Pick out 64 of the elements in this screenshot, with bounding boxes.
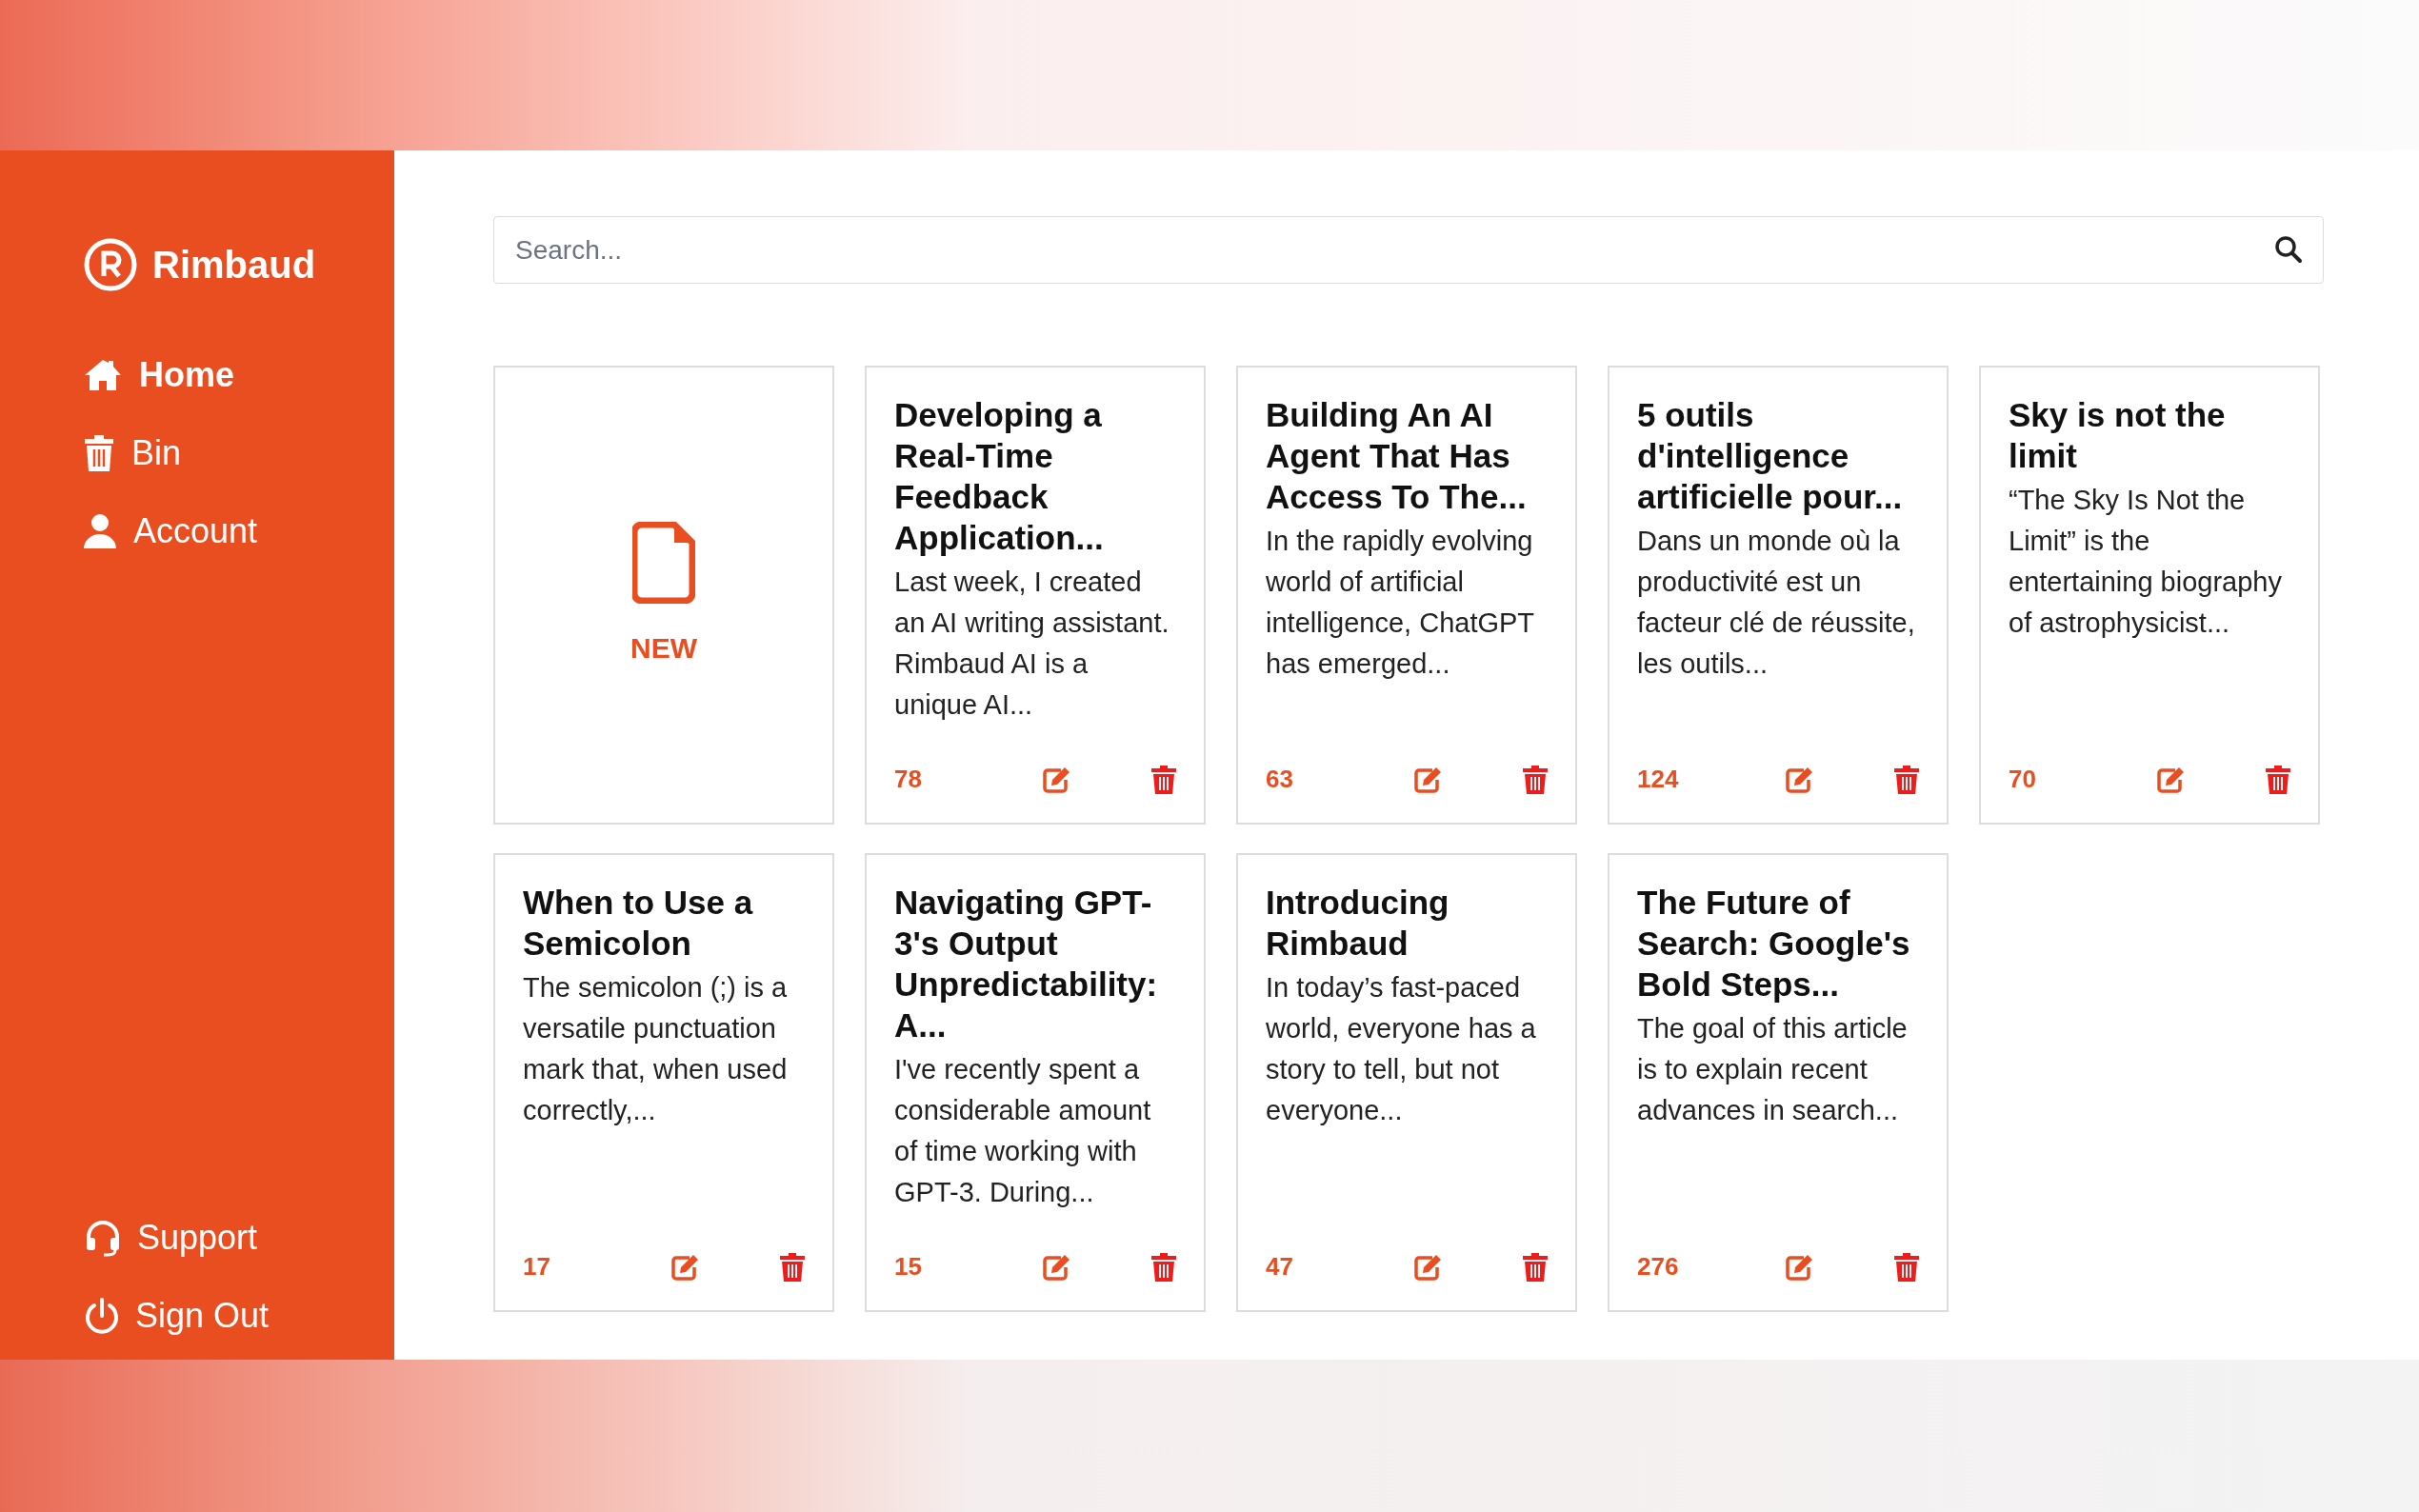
word-count: 70	[2009, 764, 2037, 795]
new-document-card[interactable]: NEW	[493, 366, 834, 825]
document-card[interactable]: Sky is not the limit “The Sky Is Not the Limit” is the entertaining biography of astrophysicist... 70	[1979, 366, 2320, 825]
delete-icon[interactable]	[1523, 1252, 1548, 1282]
edit-icon[interactable]	[670, 1252, 699, 1282]
word-count: 78	[894, 764, 923, 795]
word-count: 276	[1637, 1251, 1680, 1283]
delete-icon[interactable]	[2266, 765, 2290, 794]
nav-item[interactable]: Account	[84, 507, 394, 556]
delete-icon[interactable]	[1151, 765, 1176, 794]
word-count: 17	[523, 1251, 551, 1283]
delete-icon[interactable]	[780, 1252, 805, 1282]
nav-item[interactable]: Home	[84, 350, 394, 400]
nav-item[interactable]: Sign Out	[84, 1291, 394, 1341]
document-card[interactable]: When to Use a Semicolon The semicolon (;) is a versatile punctuation mark that, when used correctly,... 17	[493, 853, 834, 1312]
search-icon[interactable]	[2274, 235, 2303, 264]
document-card[interactable]: Building An AI Agent That Has Access To The... In the rapidly evolving world of artificial intelligence, ChatGPT has emerged... 63	[1236, 366, 1577, 825]
document-card[interactable]: Developing a Real-Time Feedback Application... Last week, I created an AI writing assistant. Rimbaud AI is a unique AI... 78	[865, 366, 1206, 825]
word-count: 15	[894, 1251, 923, 1283]
logo-icon	[84, 238, 137, 291]
card-title: 5 outils d'intelligence artificielle pour...	[1637, 395, 1904, 517]
card-title: Developing a Real-Time Feedback Application...	[894, 395, 1105, 558]
card-title: Sky is not the limit	[2009, 395, 2227, 476]
word-count: 47	[1266, 1251, 1294, 1283]
home-icon	[84, 358, 122, 392]
delete-icon[interactable]	[1523, 765, 1548, 794]
card-excerpt: In the rapidly evolving world of artificial intelligence, ChatGPT has emerged...	[1266, 525, 1535, 681]
card-title: When to Use a Semicolon	[523, 883, 754, 964]
edit-icon[interactable]	[1042, 765, 1070, 794]
delete-icon[interactable]	[1894, 1252, 1919, 1282]
headset-icon	[84, 1219, 122, 1257]
document-icon	[632, 521, 695, 604]
card-title: Building An AI Agent That Has Access To The...	[1266, 395, 1528, 517]
edit-icon[interactable]	[1413, 765, 1442, 794]
word-count: 124	[1637, 764, 1680, 795]
edit-icon[interactable]	[1785, 1252, 1813, 1282]
edit-icon[interactable]	[1413, 1252, 1442, 1282]
card-title: The Future of Search: Google's Bold Steps...	[1637, 883, 1911, 1005]
card-excerpt: The semicolon (;) is a versatile punctuation mark that, when used correctly,...	[523, 971, 789, 1127]
brand-name: Rimbaud	[152, 243, 316, 288]
edit-icon[interactable]	[1785, 765, 1813, 794]
card-excerpt: In today’s fast-paced world, everyone has a story to tell, but not everyone...	[1266, 971, 1537, 1127]
edit-icon[interactable]	[1042, 1252, 1070, 1282]
card-title: Navigating GPT-3's Output Unpredictability: A...	[894, 883, 1159, 1045]
document-card[interactable]: Navigating GPT-3's Output Unpredictability: A... I've recently spent a considerable amount of time working with GPT-3. During... 15	[865, 853, 1206, 1312]
card-title: Introducing Rimbaud	[1266, 883, 1450, 964]
delete-icon[interactable]	[1151, 1252, 1176, 1282]
card-excerpt: I've recently spent a considerable amount of time working with GPT-3. During...	[894, 1053, 1152, 1209]
word-count: 63	[1266, 764, 1294, 795]
card-excerpt: Dans un monde où la productivité est un facteur clé de réussite, les outils...	[1637, 525, 1916, 681]
edit-icon[interactable]	[2156, 765, 2185, 794]
card-excerpt: The goal of this article is to explain recent advances in search...	[1637, 1012, 1909, 1127]
trash-icon	[84, 435, 114, 471]
card-excerpt: “The Sky Is Not the Limit” is the entertaining biography of astrophysicist...	[2009, 484, 2283, 640]
power-icon	[84, 1297, 120, 1335]
nav-item[interactable]: Bin	[84, 428, 394, 478]
document-card[interactable]: The Future of Search: Google's Bold Steps... The goal of this article is to explain recent advances in search... 276	[1608, 853, 1949, 1312]
nav-item[interactable]: Support	[84, 1213, 394, 1263]
card-excerpt: Last week, I created an AI writing assistant. Rimbaud AI is a unique AI...	[894, 566, 1170, 722]
delete-icon[interactable]	[1894, 765, 1919, 794]
search-field[interactable]: Search...	[493, 216, 2324, 284]
document-card[interactable]: 5 outils d'intelligence artificielle pour... Dans un monde où la productivité est un facteur clé de réussite, les outils... 124	[1608, 366, 1949, 825]
user-icon	[84, 514, 116, 548]
document-card[interactable]: Introducing Rimbaud In today’s fast-paced world, everyone has a story to tell, but not everyone... 47	[1236, 853, 1577, 1312]
